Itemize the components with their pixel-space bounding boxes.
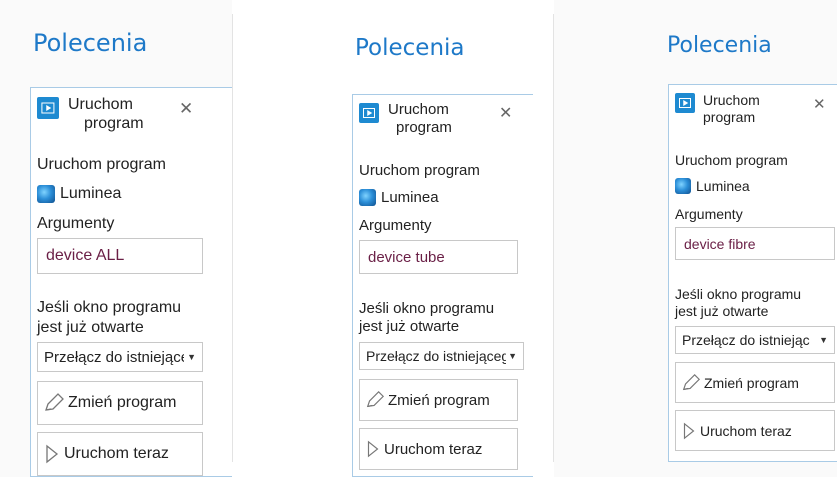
card-header-label: Uruchom program — [703, 92, 760, 126]
window-behavior-select[interactable]: Przełącz do istniejąceg ▼ — [37, 342, 203, 372]
select-value: Przełącz do istniejąceg — [366, 348, 506, 364]
app-name: Luminea — [696, 178, 750, 194]
window-behavior-select[interactable]: Przełącz do istniejąceg ▼ — [675, 326, 835, 354]
app-row: Luminea — [675, 178, 750, 194]
panel-title: Polecenia — [355, 35, 465, 61]
arguments-label: Argumenty — [37, 215, 115, 232]
app-name: Luminea — [381, 189, 439, 206]
select-value: Przełącz do istniejąceg — [44, 348, 184, 366]
run-program-label: Uruchom program — [359, 162, 480, 179]
change-program-label: Zmień program — [704, 374, 799, 391]
run-program-card: Uruchom program ✕ Uruchom program Lumine… — [668, 84, 837, 462]
screenshot-composite: Polecenia Uruchom program ✕ Uruchom prog… — [0, 0, 837, 477]
window-open-label: Jeśli okno programu jest już otwarte — [675, 286, 801, 320]
header-line-1: Uruchom — [68, 96, 133, 113]
card-header: Uruchom program — [359, 101, 452, 137]
play-outline-icon — [46, 444, 59, 464]
arguments-value: device tube — [368, 248, 445, 266]
command-panel-1: Polecenia Uruchom program ✕ Uruchom prog… — [0, 0, 232, 477]
app-icon — [675, 178, 691, 194]
change-program-label: Zmień program — [68, 394, 177, 411]
header-line-1: Uruchom — [703, 92, 760, 108]
run-program-card: Uruchom program ✕ Uruchom program Lumine… — [30, 87, 232, 477]
arguments-label: Argumenty — [675, 206, 743, 222]
arguments-input[interactable]: device tube — [359, 240, 518, 274]
window-open-line-1: Jeśli okno programu — [675, 286, 802, 302]
run-program-label: Uruchom program — [675, 152, 788, 168]
select-value: Przełącz do istniejąceg — [682, 332, 810, 348]
window-open-line-1: Jeśli okno programu — [37, 299, 182, 316]
card-header: Uruchom program — [37, 95, 144, 133]
window-behavior-select[interactable]: Przełącz do istniejąceg ▼ — [359, 342, 524, 370]
play-icon — [37, 97, 59, 119]
dropdown-caret-icon: ▼ — [508, 351, 517, 361]
change-program-button[interactable]: Zmień program — [675, 362, 835, 403]
arguments-input[interactable]: device ALL — [37, 238, 203, 274]
window-open-label: Jeśli okno programu jest już otwarte — [359, 300, 494, 336]
card-header-label: Uruchom program — [68, 95, 144, 133]
header-line-2: program — [84, 115, 144, 133]
run-now-button[interactable]: Uruchom teraz — [359, 428, 518, 470]
window-open-line-1: Jeśli okno programu — [359, 300, 495, 317]
pencil-icon — [682, 373, 701, 390]
run-now-button[interactable]: Uruchom teraz — [675, 410, 835, 451]
app-row: Luminea — [359, 189, 439, 206]
run-now-button[interactable]: Uruchom teraz — [37, 432, 203, 476]
window-open-line-2: jest już otwarte — [675, 303, 769, 319]
pencil-icon — [45, 393, 64, 411]
app-icon — [37, 185, 55, 203]
header-line-2: program — [396, 119, 452, 136]
card-header: Uruchom program — [675, 92, 760, 126]
play-outline-icon — [367, 440, 379, 458]
arguments-label: Argumenty — [359, 217, 432, 234]
run-program-label: Uruchom program — [37, 156, 166, 173]
play-outline-icon — [683, 422, 695, 439]
arguments-value: device ALL — [46, 247, 125, 264]
close-icon[interactable]: ✕ — [813, 97, 826, 112]
app-icon — [359, 189, 376, 206]
run-now-label: Uruchom teraz — [384, 440, 483, 458]
command-panel-2: Polecenia Uruchom program ✕ Uruchom prog… — [233, 0, 553, 477]
run-program-card: Uruchom program ✕ Uruchom program Lumine… — [352, 94, 533, 477]
app-row: Luminea — [37, 185, 121, 203]
arguments-value: device fibre — [684, 235, 756, 252]
header-line-1: Uruchom — [388, 101, 449, 118]
dropdown-caret-icon: ▼ — [819, 335, 828, 345]
change-program-button[interactable]: Zmień program — [359, 379, 518, 421]
card-header-label: Uruchom program — [388, 101, 452, 137]
window-open-label: Jeśli okno programu jest już otwarte — [37, 298, 181, 338]
run-now-label: Uruchom teraz — [64, 445, 169, 462]
run-now-label: Uruchom teraz — [700, 422, 792, 439]
play-icon — [359, 103, 379, 123]
change-program-label: Zmień program — [388, 391, 490, 409]
panel-title: Polecenia — [33, 29, 148, 57]
panel-title: Polecenia — [667, 33, 772, 58]
close-icon[interactable]: ✕ — [499, 106, 512, 122]
window-open-line-2: jest już otwarte — [359, 318, 460, 335]
command-panel-3: Polecenia Uruchom program ✕ Uruchom prog… — [554, 0, 837, 477]
arguments-input[interactable]: device fibre — [675, 227, 835, 260]
dropdown-caret-icon: ▼ — [187, 352, 196, 362]
change-program-button[interactable]: Zmień program — [37, 381, 203, 425]
pencil-icon — [366, 390, 385, 408]
play-icon — [675, 93, 695, 113]
header-line-2: program — [703, 108, 756, 125]
app-name: Luminea — [60, 185, 122, 202]
close-icon[interactable]: ✕ — [179, 100, 193, 117]
window-open-line-2: jest już otwarte — [37, 319, 144, 336]
